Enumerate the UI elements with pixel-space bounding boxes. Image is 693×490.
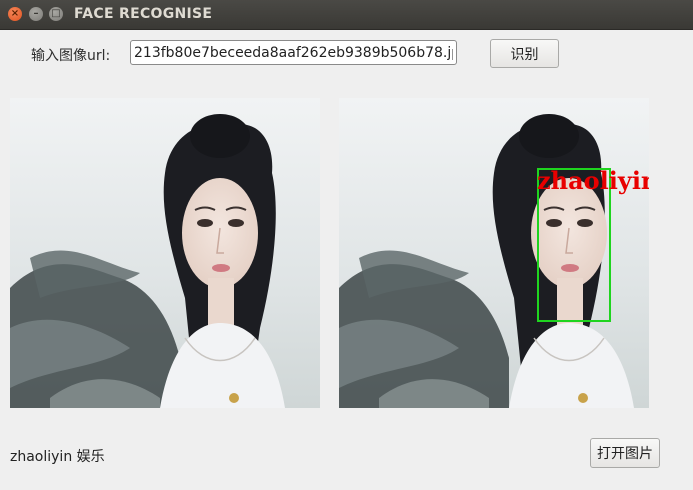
minimize-window-button[interactable]: – <box>29 7 43 21</box>
face-label: zhaoliyin <box>537 166 649 195</box>
recognize-button[interactable]: 识别 <box>490 39 559 68</box>
window-title: FACE RECOGNISE <box>74 6 213 22</box>
url-input[interactable] <box>130 40 457 65</box>
url-label: 输入图像url: <box>31 48 111 64</box>
maximize-window-button[interactable]: □ <box>49 7 63 21</box>
result-text: zhaoliyin 娱乐 <box>10 449 105 465</box>
window-titlebar: × – □ FACE RECOGNISE <box>0 0 693 30</box>
portrait-photo-icon <box>10 98 320 408</box>
open-image-button[interactable]: 打开图片 <box>590 438 660 468</box>
original-image <box>10 98 320 408</box>
result-image: zhaoliyin <box>339 98 649 408</box>
close-window-button[interactable]: × <box>8 7 22 21</box>
